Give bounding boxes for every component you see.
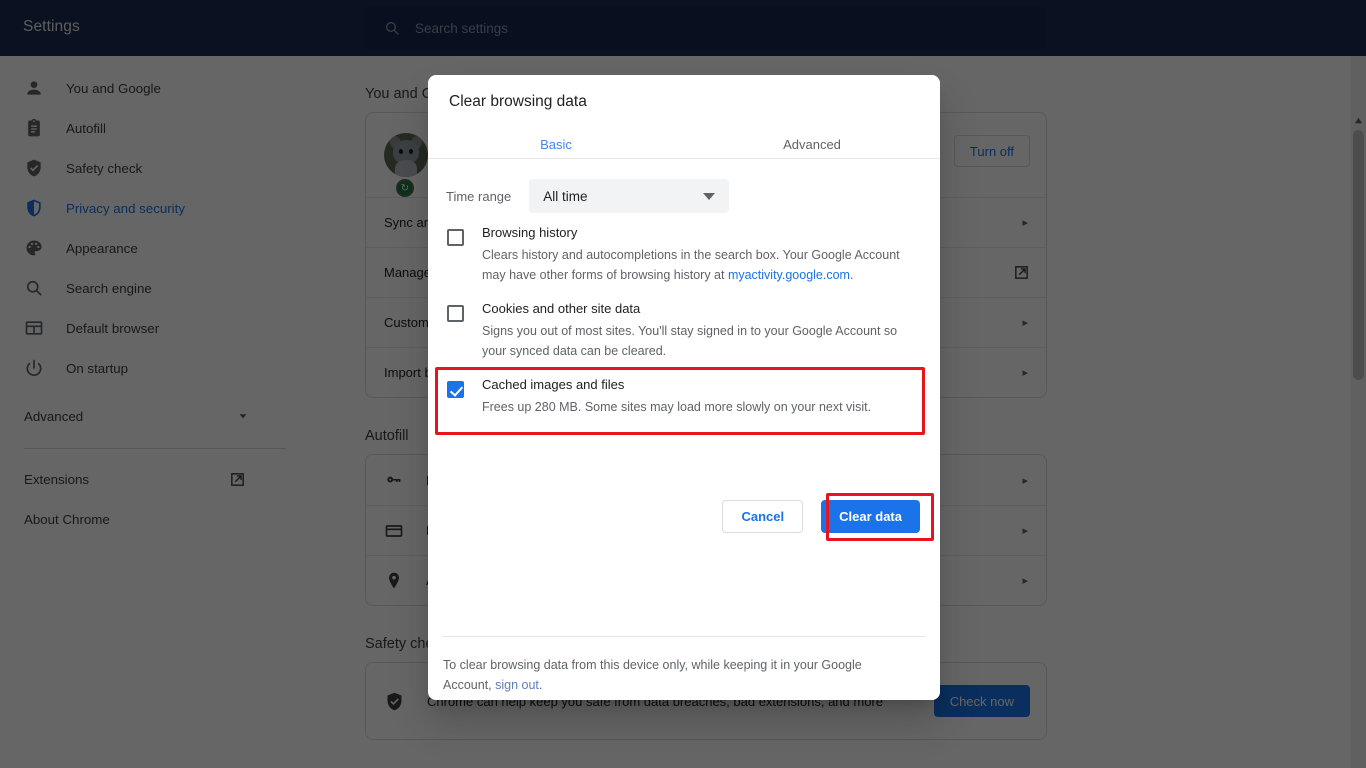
time-range-select[interactable]: All time <box>529 179 730 213</box>
checkbox-browsing-history[interactable] <box>446 229 464 246</box>
chevron-down-icon <box>703 192 716 200</box>
dialog-tab-divider <box>428 158 940 159</box>
highlight-box-cached-images <box>435 367 925 435</box>
dialog-footnote: To clear browsing data from this device … <box>443 655 883 695</box>
option-title: Browsing history <box>482 225 578 240</box>
cancel-button[interactable]: Cancel <box>722 500 804 533</box>
checkbox-cookies-and-site-data[interactable] <box>446 305 464 322</box>
screen-root: You and Google Autofill Safety check Pri… <box>0 0 1366 768</box>
option-browsing-history[interactable]: Browsing history Clears history and auto… <box>428 225 940 285</box>
footnote-tail: . <box>538 678 543 692</box>
option-title: Cookies and other site data <box>482 301 641 316</box>
time-range-label: Time range <box>446 188 512 204</box>
time-range-value: All time <box>543 188 588 204</box>
dialog-footer-divider <box>442 636 926 637</box>
sign-out-link[interactable]: sign out <box>495 678 539 692</box>
time-range-group: Time range All time <box>446 179 730 213</box>
option-cookies-and-site-data[interactable]: Cookies and other site data Signs you ou… <box>428 301 940 361</box>
option-description: Clears history and autocompletions in th… <box>482 245 922 285</box>
clear-browsing-data-dialog: Clear browsing data Basic Advanced Time … <box>428 75 940 700</box>
highlight-box-clear-data <box>826 493 934 541</box>
option-description-tail: . <box>849 268 854 282</box>
dialog-title: Clear browsing data <box>449 93 587 110</box>
option-description: Signs you out of most sites. You'll stay… <box>482 324 898 358</box>
myactivity-link[interactable]: myactivity.google.com <box>728 268 850 282</box>
